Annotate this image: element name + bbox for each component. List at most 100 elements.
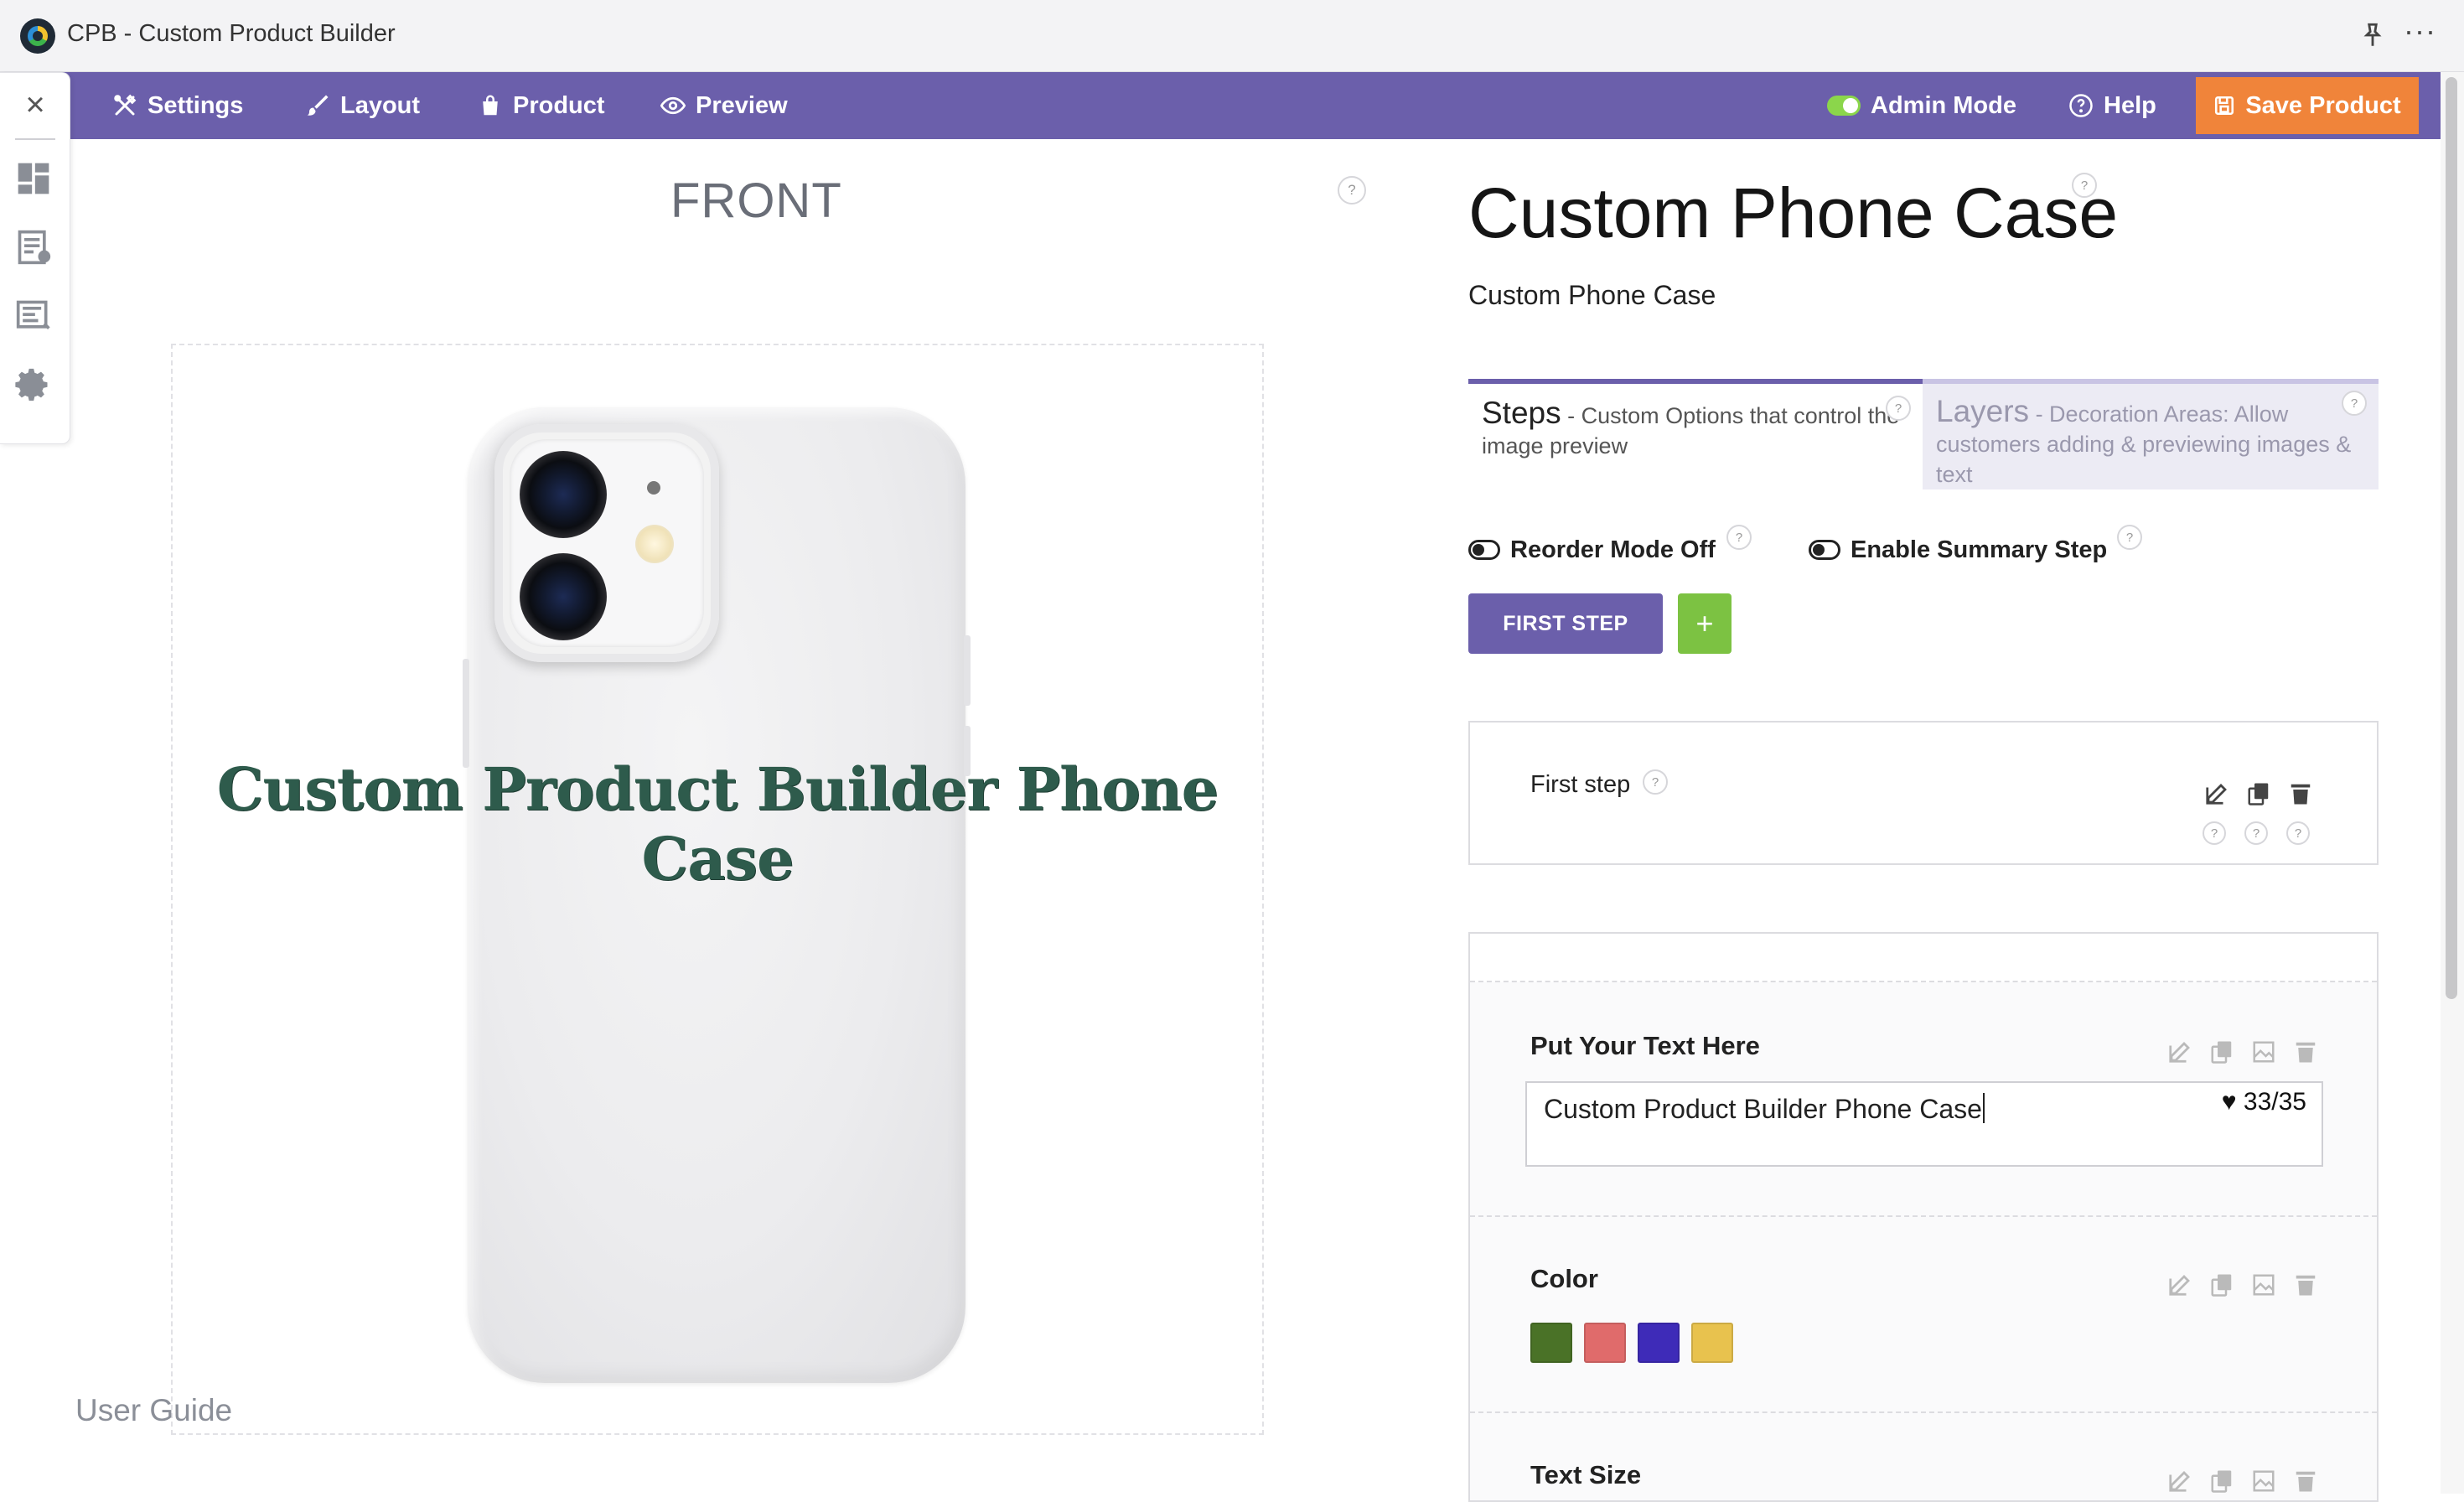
catalog-icon[interactable] xyxy=(15,298,52,334)
left-sidebar: × xyxy=(0,72,70,444)
option-divider xyxy=(1470,1411,2377,1413)
trash-icon[interactable] xyxy=(2293,1039,2318,1064)
tab-layers[interactable]: Layers - Decoration Areas: Allow custome… xyxy=(1923,379,2379,489)
camera-flash xyxy=(635,525,674,563)
copy-icon[interactable] xyxy=(2209,1468,2234,1494)
color-swatch[interactable] xyxy=(1584,1323,1626,1363)
edit-icon[interactable] xyxy=(2167,1272,2192,1297)
question-circle-icon xyxy=(2069,94,2093,117)
pin-icon[interactable] xyxy=(2358,20,2387,50)
help-tooltip-icon[interactable]: ? xyxy=(2072,173,2097,198)
trash-icon[interactable] xyxy=(2288,781,2313,806)
tab-steps[interactable]: Steps - Custom Options that control the … xyxy=(1468,379,1923,489)
sidebar-divider xyxy=(15,138,55,140)
option-divider xyxy=(1470,1215,2377,1217)
phone-side-button xyxy=(463,659,469,768)
help-tooltip-icon[interactable]: ? xyxy=(2286,821,2310,845)
image-icon[interactable] xyxy=(2251,1468,2276,1494)
trash-icon[interactable] xyxy=(2293,1272,2318,1297)
edit-icon[interactable] xyxy=(2204,781,2229,806)
color-swatch[interactable] xyxy=(1691,1323,1733,1363)
help-tooltip-icon[interactable]: ? xyxy=(1886,396,1911,421)
view-side-label: FRONT xyxy=(670,174,842,228)
user-guide-link[interactable]: User Guide xyxy=(75,1393,232,1428)
custom-text-value: Custom Product Builder Phone Case xyxy=(1544,1093,1985,1125)
help-label: Help xyxy=(2104,91,2156,119)
custom-text-layer[interactable]: Custom Product Builder Phone Case xyxy=(171,754,1264,893)
save-label: Save Product xyxy=(2245,91,2401,119)
step-options-panel: Put Your Text Here Custom Product Builde… xyxy=(1468,932,2379,1502)
close-icon[interactable]: × xyxy=(17,88,54,125)
image-icon[interactable] xyxy=(2251,1272,2276,1297)
copy-icon[interactable] xyxy=(2209,1039,2234,1064)
options-header xyxy=(1470,934,2377,982)
more-options-icon[interactable]: ··· xyxy=(2404,16,2439,52)
copy-icon[interactable] xyxy=(2209,1272,2234,1297)
camera-lens xyxy=(520,451,607,538)
scrollbar-thumb[interactable] xyxy=(2446,77,2457,999)
help-button[interactable]: Help xyxy=(2068,72,2156,139)
product-subtitle: Custom Phone Case xyxy=(1468,280,1716,310)
settings-menu-button[interactable]: Settings xyxy=(112,72,243,139)
product-menu-button[interactable]: Product xyxy=(478,72,605,139)
help-tooltip-icon[interactable]: ? xyxy=(2244,821,2268,845)
help-tooltip-icon[interactable]: ? xyxy=(1338,176,1366,205)
color-swatch[interactable] xyxy=(1638,1323,1680,1363)
color-swatch[interactable] xyxy=(1530,1323,1572,1363)
edit-icon[interactable] xyxy=(2167,1039,2192,1064)
title-bar: CPB - Custom Product Builder ··· xyxy=(0,0,2464,72)
admin-mode-toggle[interactable]: Admin Mode xyxy=(1827,72,2016,139)
text-size-option-label: Text Size xyxy=(1530,1460,1642,1489)
scrollbar[interactable] xyxy=(2441,72,2464,1494)
tab-steps-heading: Steps xyxy=(1482,396,1561,430)
save-icon xyxy=(2215,96,2234,116)
list-settings-icon[interactable] xyxy=(15,229,52,266)
add-step-button[interactable]: + xyxy=(1678,593,1732,654)
top-toolbar: Settings Layout Product Preview Admin Mo… xyxy=(0,72,2441,139)
tab-layers-heading: Layers xyxy=(1936,394,2030,428)
camera-lens xyxy=(520,553,607,640)
save-product-button[interactable]: Save Product xyxy=(2196,77,2419,134)
preview-label: Preview xyxy=(696,91,788,119)
camera-mic xyxy=(647,481,660,495)
layout-label: Layout xyxy=(340,91,421,119)
phone-side-button xyxy=(964,635,971,706)
toggle-on-icon xyxy=(1827,96,1861,116)
dashboard-icon[interactable] xyxy=(15,160,52,197)
summary-step-label: Enable Summary Step xyxy=(1851,536,2108,563)
preview-menu-button[interactable]: Preview xyxy=(660,72,788,139)
reorder-mode-label: Reorder Mode Off xyxy=(1510,536,1716,563)
gear-icon[interactable] xyxy=(15,366,52,403)
image-icon[interactable] xyxy=(2251,1039,2276,1064)
brush-icon xyxy=(307,95,329,116)
step-name: First step xyxy=(1530,771,1631,798)
color-option-label: Color xyxy=(1530,1264,1598,1293)
trash-icon[interactable] xyxy=(2293,1468,2318,1494)
help-tooltip-icon[interactable]: ? xyxy=(1726,525,1752,550)
product-title: Custom Phone Case xyxy=(1468,174,2119,252)
character-counter: ♥ 33/35 xyxy=(2221,1088,2306,1116)
toggle-off-icon xyxy=(1809,540,1840,560)
eye-icon xyxy=(660,96,686,115)
app-logo-icon xyxy=(20,18,55,54)
admin-mode-label: Admin Mode xyxy=(1871,91,2016,119)
help-tooltip-icon[interactable]: ? xyxy=(2342,391,2367,416)
first-step-button[interactable]: FIRST STEP xyxy=(1468,593,1663,654)
window-title: CPB - Custom Product Builder xyxy=(67,20,396,47)
help-tooltip-icon[interactable]: ? xyxy=(1643,769,1668,795)
reorder-mode-toggle[interactable]: Reorder Mode Off xyxy=(1468,533,1716,567)
toggle-off-icon xyxy=(1468,540,1500,560)
copy-icon[interactable] xyxy=(2246,781,2271,806)
step-card[interactable]: First step ? ? ? ? xyxy=(1468,721,2379,865)
summary-step-toggle[interactable]: Enable Summary Step xyxy=(1809,533,2107,567)
shopping-bag-icon xyxy=(483,95,498,116)
custom-text-input[interactable]: Custom Product Builder Phone Case ♥ 33/3… xyxy=(1525,1081,2323,1167)
app-window: CPB - Custom Product Builder ··· Setting… xyxy=(0,0,2464,1502)
help-tooltip-icon[interactable]: ? xyxy=(2117,525,2142,550)
settings-label: Settings xyxy=(148,91,244,119)
product-label: Product xyxy=(513,91,605,119)
layout-menu-button[interactable]: Layout xyxy=(305,72,420,139)
edit-icon[interactable] xyxy=(2167,1468,2192,1494)
help-tooltip-icon[interactable]: ? xyxy=(2203,821,2226,845)
tools-icon xyxy=(114,94,137,116)
